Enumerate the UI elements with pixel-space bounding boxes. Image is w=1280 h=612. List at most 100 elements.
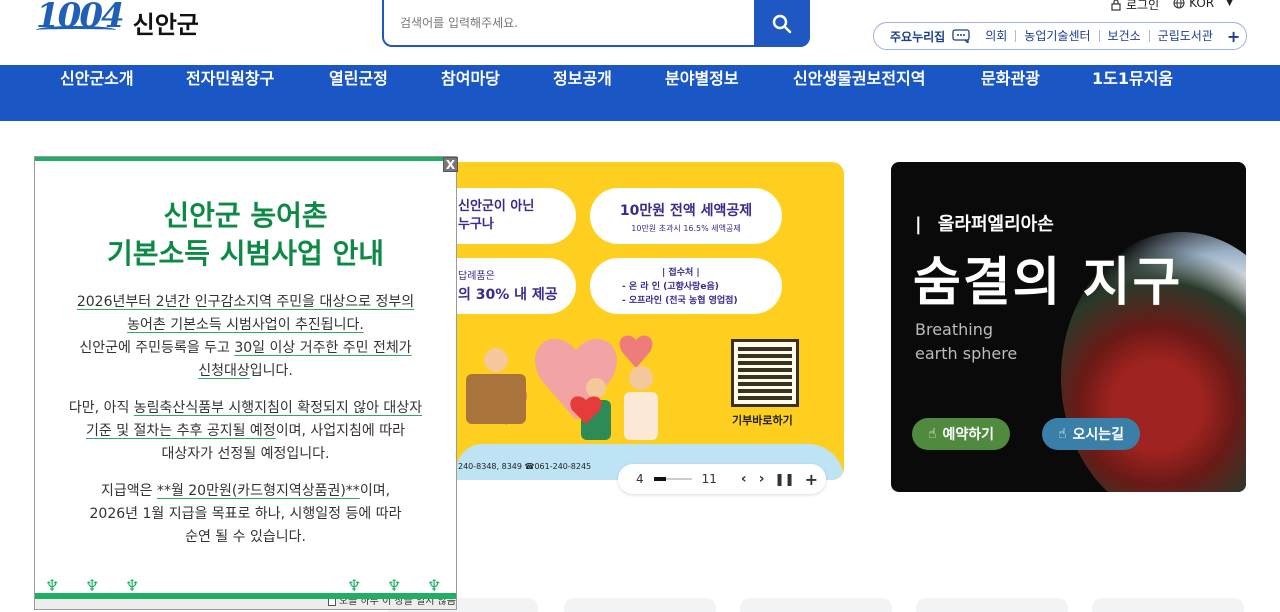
pager-current: 4	[636, 472, 644, 486]
hide-today-checkbox[interactable]: 오늘 하루 이 창을 열지 않음	[327, 599, 456, 607]
bubble-reception-offline: - 오프라인 (전국 농협 영업점)	[622, 296, 738, 306]
popup-text: 이며, 사업지침에 따라	[275, 423, 405, 439]
site-link-health-center[interactable]: 보건소	[1098, 30, 1149, 42]
nav-item-e-civil[interactable]: 전자민원창구	[186, 65, 274, 121]
related-sites-label: 주요누리집	[890, 29, 946, 44]
logo-name: 신안군	[132, 10, 199, 39]
logo-swoosh	[36, 26, 116, 34]
bubble-tax-credit-title: 10만원 전액 세액공제	[619, 203, 753, 219]
reserve-label: 예약하기	[942, 427, 995, 443]
language-label: KOR	[1189, 0, 1215, 10]
bubble-gift-line2: 의 30% 내 제공	[458, 287, 558, 303]
subtitle-divider: |	[915, 214, 922, 235]
popup-top-bar	[35, 157, 456, 161]
exhibition-banner[interactable]: | 올라퍼엘리아손 숨결의 지구 Breathing earth sphere …	[891, 162, 1246, 492]
bubble-gift: 답례품은 의 30% 내 제공	[456, 258, 576, 314]
plus-icon[interactable]: +	[1227, 27, 1240, 46]
popup-text: 신안군에 주민등록을 두고	[79, 340, 235, 356]
header: 1004 신안군 로그인 KOR ▼ 주요누리집 의회 농업기술센터 보건소 군…	[0, 0, 1280, 65]
exhibition-en-line1: Breathing	[915, 320, 994, 339]
bubble-gift-line1: 답례품은	[458, 271, 495, 282]
qr-label[interactable]: 기부바로하기	[732, 412, 793, 428]
nav-item-participation[interactable]: 참여마당	[441, 65, 500, 121]
pause-icon[interactable]: ❚❚	[774, 472, 794, 486]
top-utility: 로그인 KOR ▼	[1110, 0, 1233, 12]
popup-text: 순연 될 수 있습니다.	[185, 529, 306, 545]
popup-title-line1: 신안군 농어촌	[163, 199, 328, 232]
popup-text: 신청대상	[198, 363, 250, 379]
contact-phone: 240-8348, 8349 ☎061-240-8245	[458, 462, 592, 471]
popup-title-line2: 기본소득 시범사업 안내	[106, 237, 385, 270]
popup-text: 30일 이상 거주한 주민 전체가	[234, 340, 412, 356]
chevron-down-icon: ▼	[1226, 0, 1234, 8]
pager-progress	[653, 477, 692, 481]
banner-pager: 4 11 ‹ › ❚❚ +	[618, 464, 826, 494]
popup-text: 농어촌 기본소득 시범사업이 추진됩니다.	[127, 317, 364, 333]
popup-text: 지급액은	[100, 483, 157, 499]
bubble-reception-title: | 접수처 |	[662, 268, 700, 278]
exhibition-artist: 올라퍼엘리아손	[937, 214, 1054, 235]
exhibition-title: 숨결의 지구	[913, 253, 1183, 313]
related-sites-bar: 주요누리집 의회 농업기술센터 보건소 군립도서관 +	[873, 22, 1247, 50]
hide-today-label: 오늘 하루 이 창을 열지 않음	[338, 599, 456, 607]
popup-text: **월 20만원(카드형지역상품권)**	[156, 483, 360, 499]
hand-pointer-icon: ☝	[1058, 426, 1067, 442]
checkbox-box[interactable]	[327, 599, 336, 606]
bubble-reception: | 접수처 | - 온 라 인 (고향사랑e음) - 오프라인 (전국 농협 영…	[590, 258, 782, 314]
popup-text: 2026년부터 2년간 인구감소지역 주민을 대상으로 정부의	[76, 294, 415, 310]
bubble-tax-credit: 10만원 전액 세액공제 10만원 초과시 16.5% 세액공제	[590, 188, 782, 244]
directions-label: 오시는길	[1072, 427, 1125, 443]
lock-icon	[1111, 0, 1121, 11]
exhibition-en-line2: earth sphere	[915, 344, 1018, 363]
notice-popup: 신안군 농어촌 기본소득 시범사업 안내 2026년부터 2년간 인구감소지역 …	[34, 156, 457, 610]
popup-body: 2026년부터 2년간 인구감소지역 주민을 대상으로 정부의 농어촌 기본소득…	[35, 291, 456, 549]
sprout-decoration: ♆ ♆ ♆ ♆ ♆ ♆	[35, 575, 456, 595]
globe-icon	[1173, 0, 1185, 9]
language-select[interactable]: KOR ▼	[1173, 0, 1233, 10]
popup-footer: 오늘 하루 이 창을 열지 않음	[35, 599, 456, 609]
hometown-donation-banner[interactable]: 신안군이 아닌 누구나 10만원 전액 세액공제 10만원 초과시 16.5% …	[456, 162, 844, 480]
donation-illustration	[466, 335, 658, 440]
bubble-tax-credit-sub: 10만원 초과시 16.5% 세액공제	[631, 224, 741, 233]
hand-pointer-icon: ☝	[928, 426, 937, 442]
popup-close-button[interactable]: X	[443, 157, 458, 172]
popup-text: 이며,	[359, 483, 391, 499]
reserve-button[interactable]: ☝ 예약하기	[912, 418, 1011, 450]
next-icon[interactable]: ›	[759, 471, 765, 487]
popup-text: 입니다.	[249, 363, 293, 379]
site-link-library[interactable]: 군립도서관	[1148, 30, 1221, 42]
popup-title: 신안군 농어촌 기본소득 시범사업 안내	[35, 197, 456, 273]
nav-item-field-info[interactable]: 분야별정보	[665, 65, 739, 121]
search-input[interactable]	[400, 12, 740, 34]
plus-icon[interactable]: +	[805, 470, 818, 489]
popup-text: 2026년 1월 지급을 목표로 하나, 시행일정 등에 따라	[89, 506, 402, 522]
bubble-anyone-line2: 누구나	[458, 217, 494, 232]
site-link-council[interactable]: 의회	[973, 30, 1015, 42]
bubble-anyone-line1: 신안군이 아닌	[458, 199, 535, 214]
nav-item-info-disclosure[interactable]: 정보공개	[553, 65, 612, 121]
chat-bubble-icon	[952, 29, 970, 43]
bubble-reception-online: - 온 라 인 (고향사랑e음)	[622, 282, 719, 292]
popup-text: 대상자가 선정될 예정입니다.	[161, 446, 330, 462]
main-nav: 신안군소개 전자민원창구 열린군정 참여마당 정보공개 분야별정보 신안생물권보…	[0, 65, 1280, 121]
site-logo[interactable]: 1004 신안군	[36, 0, 199, 40]
search-box	[382, 0, 810, 47]
nav-item-open-gov[interactable]: 열린군정	[329, 65, 388, 121]
popup-text: 농림축산식품부 시행지침이 확정되지 않아 대상자	[133, 400, 423, 416]
login-link[interactable]: 로그인	[1110, 0, 1159, 13]
search-icon	[772, 14, 792, 33]
login-label: 로그인	[1126, 0, 1160, 12]
nav-item-museum[interactable]: 1도1뮤지움	[1092, 65, 1173, 121]
bubble-anyone: 신안군이 아닌 누구나	[456, 188, 576, 244]
pager-total: 11	[701, 472, 717, 486]
popup-text: 다만, 아직	[68, 400, 134, 416]
prev-icon[interactable]: ‹	[741, 471, 747, 487]
directions-button[interactable]: ☝ 오시는길	[1042, 418, 1141, 450]
popup-text: 기준 및 절차는 추후 공지될 예정	[86, 423, 276, 439]
search-button[interactable]	[754, 0, 810, 47]
nav-item-biosphere[interactable]: 신안생물권보전지역	[793, 65, 925, 121]
nav-item-culture-tour[interactable]: 문화관광	[981, 65, 1040, 121]
qr-code[interactable]	[731, 339, 799, 407]
site-link-agri-center[interactable]: 농업기술센터	[1015, 30, 1098, 42]
nav-item-intro[interactable]: 신안군소개	[60, 65, 134, 121]
